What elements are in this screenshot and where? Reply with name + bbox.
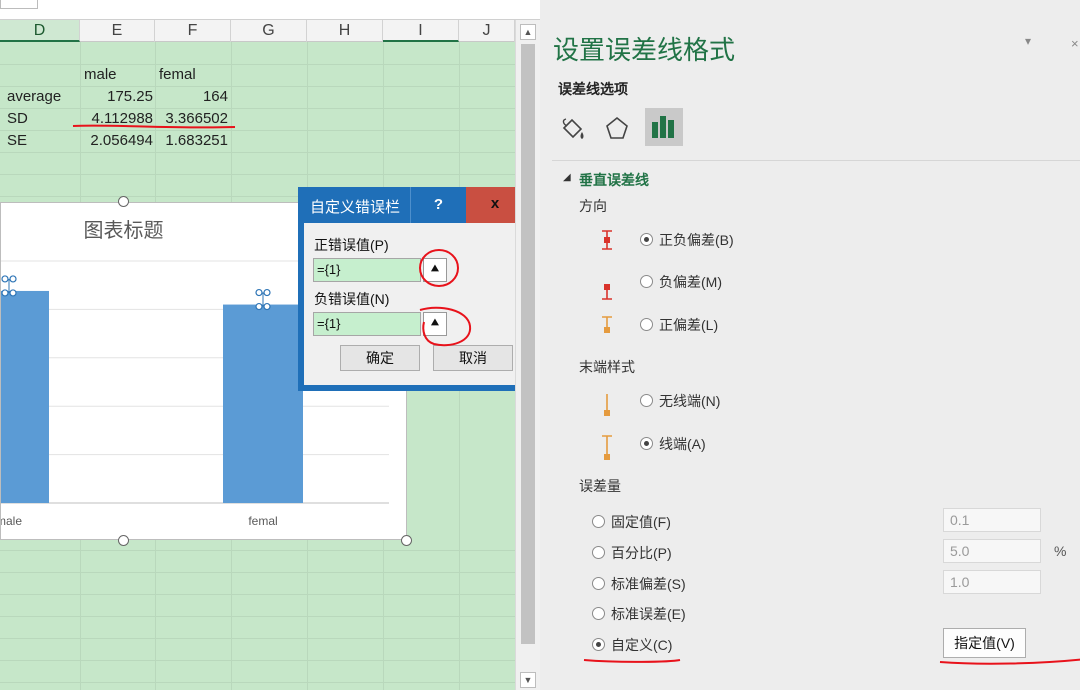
- option-minus-label[interactable]: 负偏差(M): [659, 272, 722, 292]
- red-underline-annotation: [72, 124, 236, 129]
- radio-fixed-value[interactable]: [592, 515, 605, 528]
- error-bar-options-label: 误差线选项: [558, 81, 628, 97]
- option-cap-label[interactable]: 线端(A): [659, 434, 706, 454]
- column-header-e[interactable]: E: [80, 20, 155, 42]
- option-std-error-label[interactable]: 标准误差(E): [611, 604, 686, 624]
- option-fixed-value-label[interactable]: 固定值(F): [611, 512, 671, 532]
- chart-bar-male[interactable]: [1, 290, 49, 503]
- vertical-scrollbar[interactable]: ▲ ▼: [515, 20, 540, 690]
- percent-unit: %: [1054, 543, 1067, 559]
- option-both-label[interactable]: 正负偏差(B): [659, 230, 734, 250]
- ok-button[interactable]: 确定: [340, 345, 420, 371]
- spreadsheet-area: D E F G H I J male femal average 175.25 …: [0, 0, 540, 690]
- chart-resize-handle-bottom[interactable]: [118, 535, 129, 546]
- column-header-bar: D E F G H I J: [0, 20, 515, 42]
- error-bar-options-tab[interactable]: [645, 108, 683, 146]
- pane-close-icon[interactable]: ×: [1071, 36, 1079, 51]
- column-header-g[interactable]: G: [231, 20, 307, 42]
- chart-category-label: male: [1, 514, 22, 528]
- format-error-bars-pane: 设置误差线格式 ▾ × 误差线选项 ◢ 垂直误差线 方向 正负偏差(B) 负偏差…: [540, 0, 1080, 690]
- both-direction-icon: [602, 230, 612, 250]
- pane-title: 设置误差线格式: [553, 35, 736, 65]
- radio-cap[interactable]: [640, 437, 653, 450]
- percentage-input[interactable]: 5.0: [943, 539, 1041, 563]
- help-button[interactable]: ?: [410, 187, 466, 223]
- error-bar-marker[interactable]: [255, 288, 271, 311]
- radio-std-dev[interactable]: [592, 577, 605, 590]
- option-no-cap-label[interactable]: 无线端(N): [659, 391, 720, 411]
- scroll-down-icon[interactable]: ▼: [520, 672, 536, 688]
- radio-minus[interactable]: [640, 275, 653, 288]
- vertical-error-bars-section[interactable]: 垂直误差线: [579, 170, 649, 190]
- cell-e-average[interactable]: 175.25: [80, 86, 153, 108]
- cap-icon: [602, 435, 612, 460]
- minus-direction-icon: [602, 284, 612, 300]
- option-std-dev-label[interactable]: 标准偏差(S): [611, 574, 686, 594]
- chart-category-label: femal: [248, 514, 277, 528]
- effects-icon[interactable]: [603, 114, 631, 144]
- bar-chart-icon: [652, 116, 674, 138]
- cell-label-se[interactable]: SE: [7, 130, 27, 152]
- column-header-i[interactable]: I: [383, 20, 459, 42]
- radio-percentage[interactable]: [592, 546, 605, 559]
- column-header-f[interactable]: F: [155, 20, 231, 42]
- radio-plus[interactable]: [640, 318, 653, 331]
- radio-std-error[interactable]: [592, 607, 605, 620]
- error-amount-label: 误差量: [579, 478, 621, 494]
- positive-error-input[interactable]: ={1}: [313, 258, 421, 282]
- radio-both[interactable]: [640, 233, 653, 246]
- radio-no-cap[interactable]: [640, 394, 653, 407]
- red-circle-annotations: [419, 249, 472, 347]
- cell-label-sd[interactable]: SD: [7, 108, 28, 130]
- std-dev-input[interactable]: 1.0: [943, 570, 1041, 594]
- pane-menu-chevron-icon[interactable]: ▾: [1025, 34, 1031, 48]
- option-plus-label[interactable]: 正偏差(L): [659, 315, 718, 335]
- plus-direction-icon: [602, 316, 612, 333]
- direction-label: 方向: [579, 198, 607, 214]
- chart-resize-handle-corner[interactable]: [401, 535, 412, 546]
- radio-custom[interactable]: [592, 638, 605, 651]
- red-underline-annotation: [583, 658, 1080, 665]
- fill-line-icon[interactable]: [558, 114, 588, 144]
- column-header-h[interactable]: H: [307, 20, 383, 42]
- option-custom-label[interactable]: 自定义(C): [611, 635, 672, 655]
- formula-bar-strip: [0, 0, 540, 20]
- column-header-d[interactable]: D: [0, 20, 80, 42]
- cell-f-header[interactable]: femal: [159, 64, 196, 86]
- negative-error-label: 负错误值(N): [314, 291, 390, 307]
- chart-resize-handle-top[interactable]: [118, 196, 129, 207]
- positive-error-label: 正错误值(P): [314, 237, 389, 253]
- pane-divider: [552, 160, 1080, 161]
- scrollbar-thumb[interactable]: [521, 44, 535, 644]
- cell-e-header[interactable]: male: [84, 64, 117, 86]
- column-header-j[interactable]: J: [459, 20, 515, 42]
- fixed-value-input[interactable]: 0.1: [943, 508, 1041, 532]
- scroll-up-icon[interactable]: ▲: [520, 24, 536, 40]
- cell-f-average[interactable]: 164: [155, 86, 228, 108]
- collapse-triangle-icon[interactable]: ◢: [563, 172, 571, 183]
- cell-label-average[interactable]: average: [7, 86, 61, 108]
- no-cap-icon: [604, 394, 610, 416]
- end-style-label: 末端样式: [579, 359, 635, 375]
- dialog-title: 自定义错误栏: [310, 199, 401, 216]
- name-box[interactable]: [0, 0, 38, 9]
- chart-bar-femal[interactable]: [223, 304, 303, 503]
- negative-error-input[interactable]: ={1}: [313, 312, 421, 336]
- option-percentage-label[interactable]: 百分比(P): [611, 543, 672, 563]
